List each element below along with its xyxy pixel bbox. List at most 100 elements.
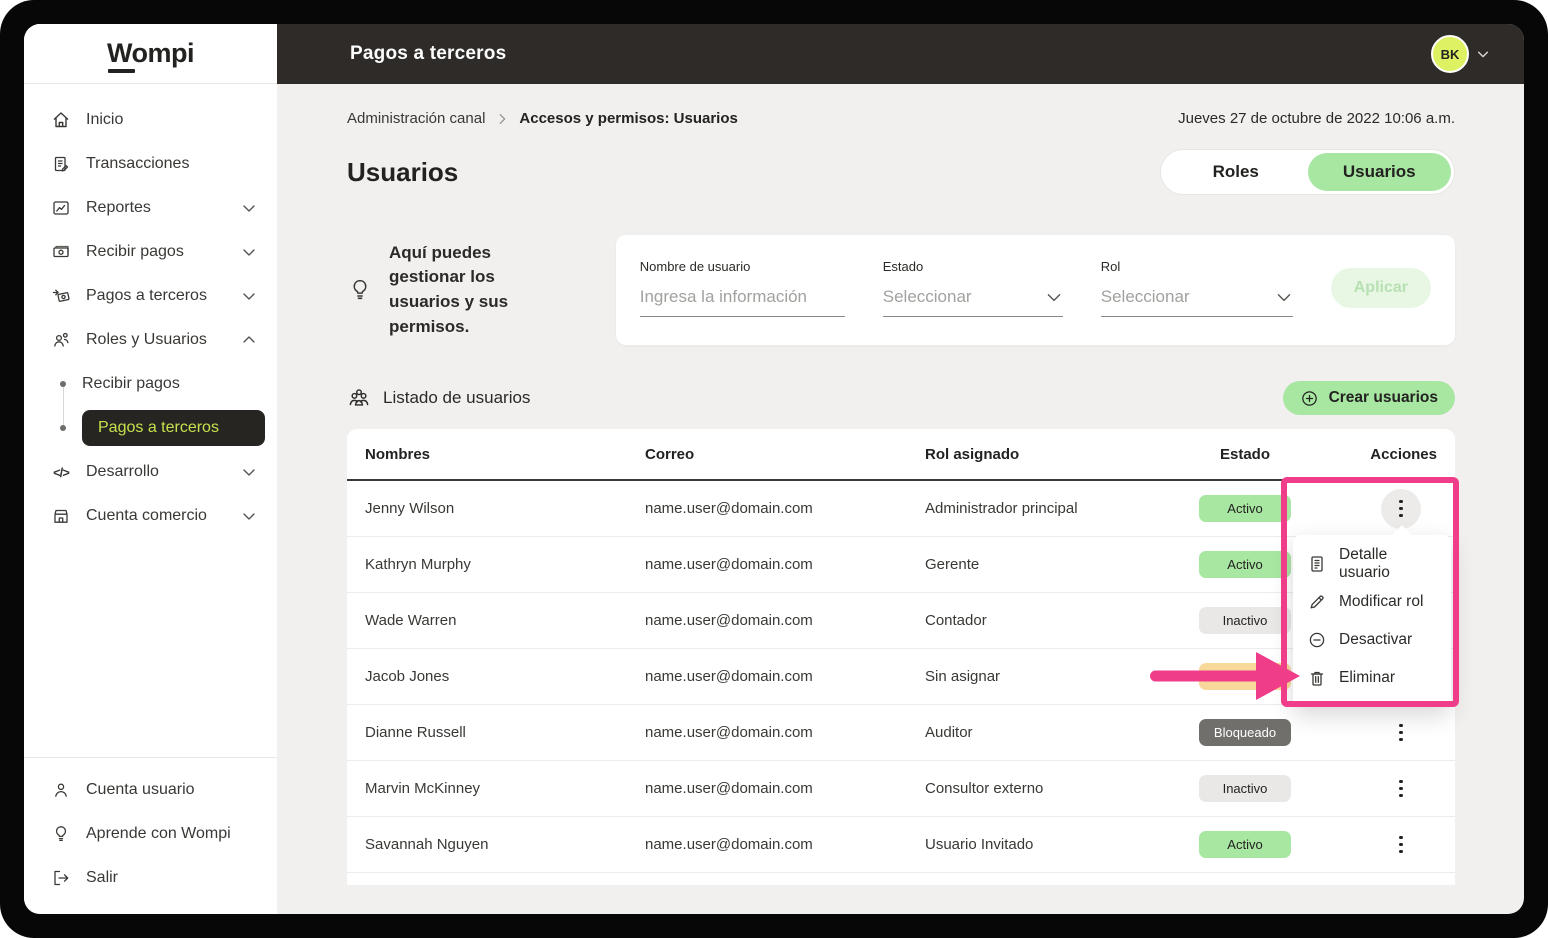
- tip-text: Aquí puedes gestionar los usuarios y sus…: [389, 242, 509, 336]
- third-party-payments-icon: [50, 285, 72, 307]
- user-name: Dianne Russell: [365, 724, 466, 741]
- chevron-down-icon: [1476, 47, 1490, 61]
- filter-nombre-de-usuario: Nombre de usuario: [639, 259, 845, 317]
- sidebar-item-reportes[interactable]: Reportes: [24, 186, 277, 230]
- nombre-usuario-input[interactable]: [639, 287, 845, 307]
- rol-select[interactable]: Seleccionar: [1100, 287, 1293, 317]
- sidebar-item-cuenta-usuario[interactable]: Cuenta usuario: [24, 768, 277, 812]
- menu-item-label: Eliminar: [1339, 669, 1395, 686]
- sidebar-subitem-recibir-pagos[interactable]: Recibir pagos: [24, 362, 277, 406]
- row-actions-button[interactable]: [1381, 713, 1421, 753]
- sidebar-item-label: Pagos a terceros: [86, 287, 207, 304]
- row-actions-button[interactable]: [1381, 769, 1421, 809]
- bullet-icon: [60, 425, 66, 431]
- menu-item-label: Detalle usuario: [1339, 546, 1390, 581]
- app-window: Wompi Inicio Transacciones Reportes Reci…: [24, 24, 1524, 914]
- sidebar-nav: Inicio Transacciones Reportes Recibir pa…: [24, 84, 277, 538]
- col-correo: Correo: [645, 445, 695, 463]
- sidebar-item-pagos-a-terceros[interactable]: Pagos a terceros: [24, 274, 277, 318]
- user-email: name.user@domain.com: [645, 556, 813, 573]
- roles-usuarios-submenu: Recibir pagos Pagos a terceros: [24, 362, 277, 450]
- chevron-up-icon: [241, 332, 257, 348]
- table-row: Jacob Jones name.user@domain.com Sin asi…: [347, 649, 1455, 705]
- chevron-down-icon: [241, 288, 257, 304]
- plus-circle-icon: [1300, 389, 1319, 408]
- menu-item-label: Desactivar: [1339, 631, 1413, 648]
- sidebar-item-inicio[interactable]: Inicio: [24, 98, 277, 142]
- sidebar-item-label: Aprende con Wompi: [86, 825, 231, 842]
- page-title: Usuarios: [347, 156, 459, 187]
- topbar: Pagos a terceros BK: [277, 24, 1524, 84]
- table-header-row: Nombres Correo Rol asignado Estado Accio…: [347, 429, 1455, 481]
- menu-item-eliminar[interactable]: Eliminar: [1307, 659, 1437, 697]
- user-role: Usuario Invitado: [925, 836, 1034, 853]
- lightbulb-icon: [50, 823, 72, 845]
- sidebar-item-cuenta-comercio[interactable]: Cuenta comercio: [24, 494, 277, 538]
- field-label: Nombre de usuario: [639, 259, 751, 274]
- tip: Aquí puedes gestionar los usuarios y sus…: [347, 235, 616, 345]
- menu-item-desactivar[interactable]: Desactivar: [1307, 621, 1437, 659]
- estado-select[interactable]: Seleccionar: [882, 287, 1063, 317]
- sidebar-item-aprende-con-wompi[interactable]: Aprende con Wompi: [24, 812, 277, 856]
- aplicar-button[interactable]: Aplicar: [1330, 268, 1431, 308]
- status-badge: Pendiente: [1199, 663, 1291, 690]
- lightbulb-icon: [347, 277, 373, 303]
- user-role: Administrador principal: [925, 500, 1078, 517]
- breadcrumb-item-current: Accesos y permisos: Usuarios: [519, 110, 738, 127]
- user-role: Contador: [925, 612, 987, 629]
- crear-usuarios-label: Crear usuarios: [1328, 389, 1438, 406]
- sidebar-item-transacciones[interactable]: Transacciones: [24, 142, 277, 186]
- tab-usuarios[interactable]: Usuarios: [1307, 153, 1451, 191]
- sidebar-subitem-pagos-a-terceros[interactable]: Pagos a terceros: [24, 406, 277, 450]
- sidebar-item-label: Inicio: [86, 111, 124, 128]
- sidebar-subitem-label: Recibir pagos: [82, 375, 180, 392]
- chevron-down-icon: [241, 244, 257, 260]
- receive-payments-icon: [50, 241, 72, 263]
- main-area: Pagos a terceros BK Administración canal…: [277, 24, 1524, 914]
- breadcrumb: Administración canal Accesos y permisos:…: [347, 110, 1455, 127]
- table-row: Jenny Wilson name.user@domain.com Admini…: [347, 481, 1455, 537]
- table-row: Dianne Russell name.user@domain.com Audi…: [347, 705, 1455, 761]
- filter-rol: Rol Seleccionar: [1100, 259, 1293, 317]
- sidebar-item-desarrollo[interactable]: </> Desarrollo: [24, 450, 277, 494]
- estado-select-value: Seleccionar: [882, 287, 972, 306]
- user-role: Auditor: [925, 724, 973, 741]
- user-email: name.user@domain.com: [645, 836, 813, 853]
- user-name: Jacob Jones: [365, 668, 450, 685]
- user-icon: [50, 779, 72, 801]
- status-badge: Inactivo: [1199, 607, 1291, 634]
- table-row: Kathryn Murphy name.user@domain.com Gere…: [347, 537, 1455, 593]
- sidebar-subitem-label: Pagos a terceros: [82, 410, 265, 446]
- sidebar-item-roles-y-usuarios[interactable]: Roles y Usuarios: [24, 318, 277, 362]
- table-row: Marvin McKinney name.user@domain.com Con…: [347, 761, 1455, 817]
- status-badge: Activo: [1199, 831, 1291, 858]
- menu-item-label: Modificar rol: [1339, 593, 1424, 610]
- sidebar-item-label: Reportes: [86, 199, 151, 216]
- row-actions-button[interactable]: [1381, 488, 1421, 529]
- sidebar-item-label: Roles y Usuarios: [86, 331, 207, 348]
- chevron-down-icon: [241, 200, 257, 216]
- users-table: Nombres Correo Rol asignado Estado Accio…: [347, 429, 1459, 885]
- sidebar-item-recibir-pagos[interactable]: Recibir pagos: [24, 230, 277, 274]
- breadcrumb-item[interactable]: Administración canal: [347, 110, 485, 127]
- transactions-icon: [50, 153, 72, 175]
- sidebar-item-salir[interactable]: Salir: [24, 856, 277, 900]
- user-name: Kathryn Murphy: [365, 556, 471, 573]
- roles-usuarios-toggle: Roles Usuarios: [1160, 149, 1455, 195]
- avatar[interactable]: BK: [1431, 35, 1469, 73]
- user-email: name.user@domain.com: [645, 780, 813, 797]
- tab-roles[interactable]: Roles: [1164, 153, 1308, 191]
- user-email: name.user@domain.com: [645, 724, 813, 741]
- account-menu[interactable]: BK: [1431, 35, 1490, 73]
- table-row: Savannah Nguyen name.user@domain.com Usu…: [347, 817, 1455, 873]
- menu-item-detalle-usuario[interactable]: Detalle usuario: [1307, 545, 1437, 583]
- sidebar-footer: Cuenta usuario Aprende con Wompi Salir: [24, 757, 277, 914]
- sidebar-item-label: Transacciones: [86, 155, 190, 172]
- col-acciones: Acciones: [1370, 445, 1437, 463]
- row-actions-button[interactable]: [1381, 825, 1421, 865]
- menu-item-modificar-rol[interactable]: Modificar rol: [1307, 583, 1437, 621]
- status-badge: Activo: [1199, 551, 1291, 578]
- title-row: Usuarios Roles Usuarios: [347, 149, 1455, 195]
- list-title: Listado de usuarios: [347, 386, 530, 410]
- crear-usuarios-button[interactable]: Crear usuarios: [1282, 381, 1455, 415]
